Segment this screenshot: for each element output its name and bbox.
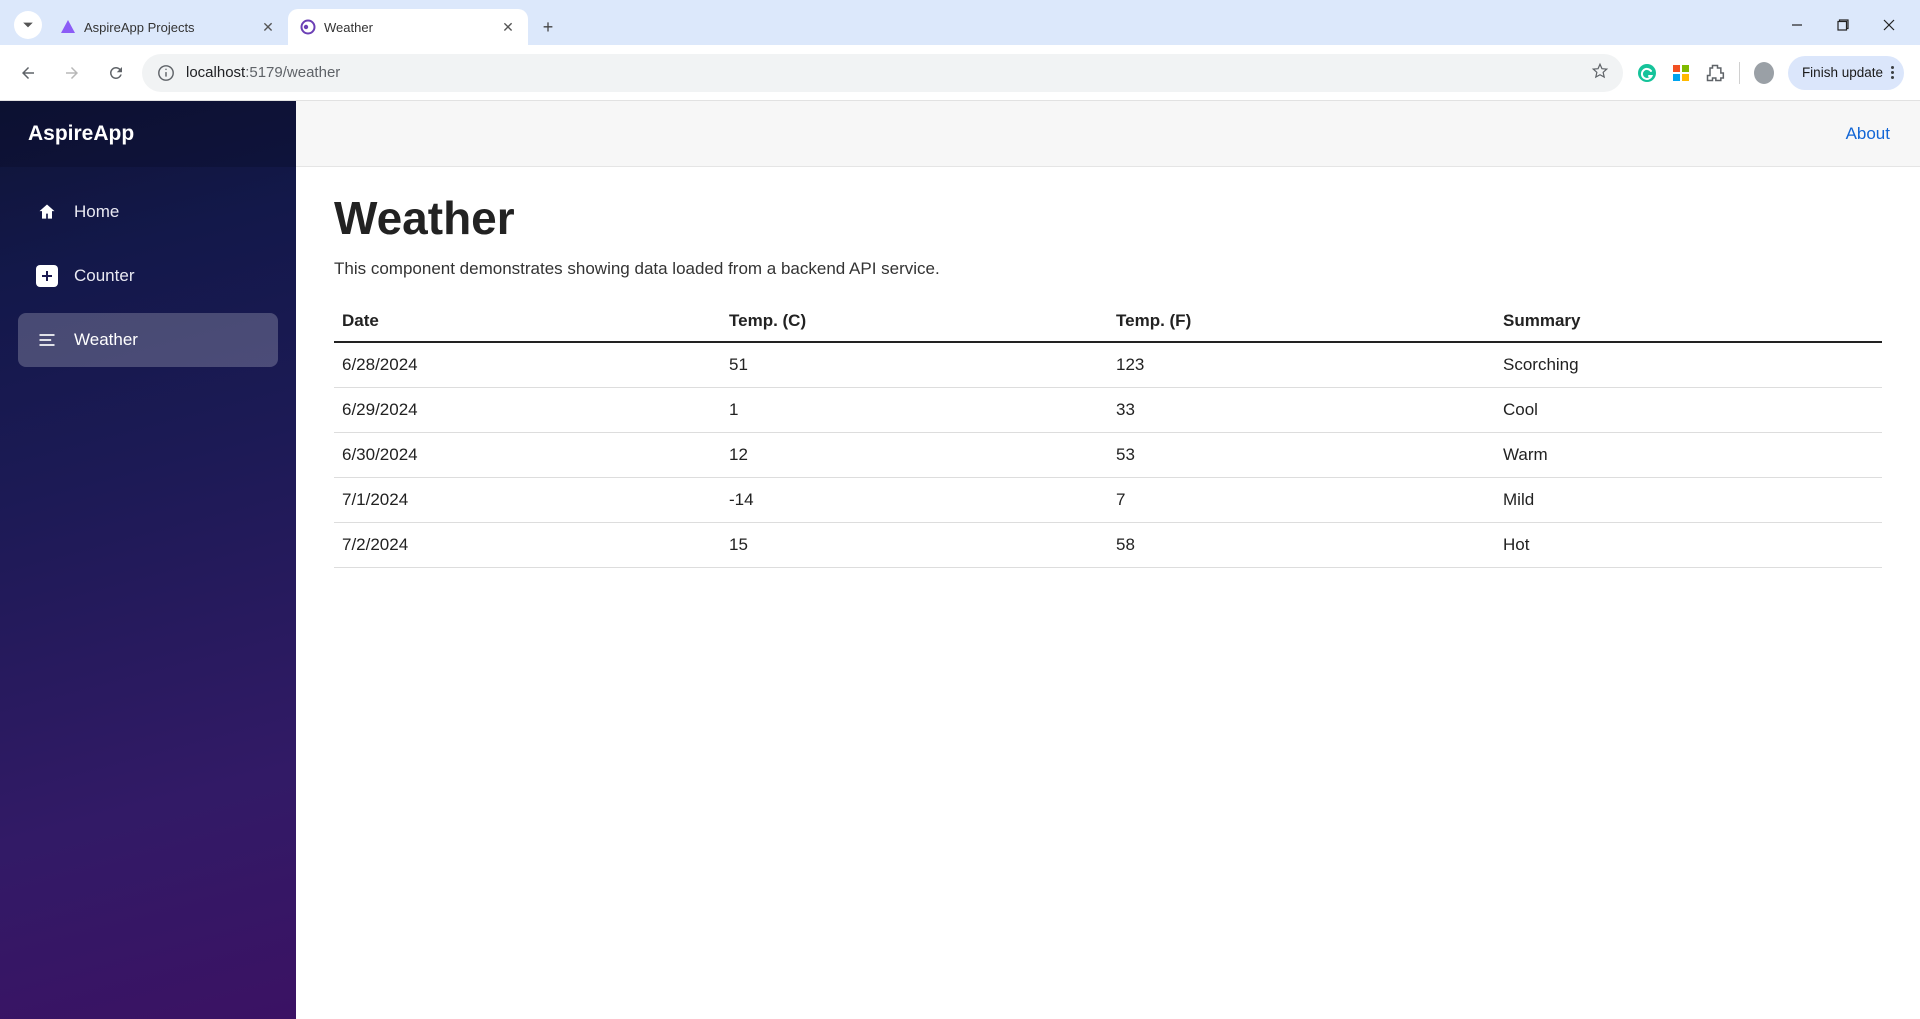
- table-body: 6/28/2024 51 123 Scorching 6/29/2024 1 3…: [334, 342, 1882, 568]
- tab-title: AspireApp Projects: [84, 20, 252, 35]
- avatar-icon: [1754, 62, 1774, 84]
- table-row: 7/1/2024 -14 7 Mild: [334, 478, 1882, 523]
- sidebar-nav: Home Counter Weather: [0, 167, 296, 385]
- sidebar-item-label: Weather: [74, 330, 138, 350]
- extensions-button[interactable]: [1705, 63, 1725, 83]
- address-bar[interactable]: localhost:5179/weather: [142, 54, 1623, 92]
- cell-temp-f: 53: [1108, 433, 1495, 478]
- profile-button[interactable]: [1754, 63, 1774, 83]
- forward-button[interactable]: [54, 55, 90, 91]
- url-text: localhost:5179/weather: [186, 64, 340, 81]
- col-temp-c: Temp. (C): [721, 301, 1108, 342]
- blazor-icon: [300, 19, 316, 35]
- tab-aspireapp-projects[interactable]: AspireApp Projects ✕: [48, 9, 288, 45]
- sidebar-item-counter[interactable]: Counter: [18, 249, 278, 303]
- home-icon: [36, 201, 58, 223]
- extensions-area: Finish update: [1631, 56, 1910, 90]
- cell-date: 6/30/2024: [334, 433, 721, 478]
- back-button[interactable]: [10, 55, 46, 91]
- page-lead: This component demonstrates showing data…: [334, 259, 1882, 279]
- brand-title[interactable]: AspireApp: [0, 101, 296, 167]
- weather-table: Date Temp. (C) Temp. (F) Summary 6/28/20…: [334, 301, 1882, 568]
- cell-summary: Hot: [1495, 523, 1882, 568]
- toolbar-divider: [1739, 62, 1740, 84]
- list-lines-icon: [36, 329, 58, 351]
- tab-weather[interactable]: Weather ✕: [288, 9, 528, 45]
- sidebar-item-weather[interactable]: Weather: [18, 313, 278, 367]
- site-info-icon[interactable]: [156, 63, 176, 83]
- sidebar-item-label: Home: [74, 202, 119, 222]
- cell-date: 7/1/2024: [334, 478, 721, 523]
- plus-box-icon: [36, 265, 58, 287]
- finish-update-button[interactable]: Finish update: [1788, 56, 1904, 90]
- table-header-row: Date Temp. (C) Temp. (F) Summary: [334, 301, 1882, 342]
- window-close-button[interactable]: [1866, 9, 1912, 41]
- url-path: /weather: [283, 64, 341, 81]
- url-port: :5179: [245, 64, 283, 81]
- cell-temp-f: 33: [1108, 388, 1495, 433]
- kebab-menu-icon: [1891, 66, 1894, 79]
- cell-temp-c: 1: [721, 388, 1108, 433]
- reload-button[interactable]: [98, 55, 134, 91]
- table-row: 7/2/2024 15 58 Hot: [334, 523, 1882, 568]
- app-viewport: AspireApp Home Counter Weather: [0, 101, 1920, 1019]
- browser-chrome: AspireApp Projects ✕ Weather ✕ +: [0, 0, 1920, 101]
- cell-summary: Warm: [1495, 433, 1882, 478]
- tab-close-button[interactable]: ✕: [500, 19, 516, 35]
- cell-summary: Scorching: [1495, 342, 1882, 388]
- aspire-icon: [60, 19, 76, 35]
- cell-temp-c: 15: [721, 523, 1108, 568]
- window-maximize-button[interactable]: [1820, 9, 1866, 41]
- cell-date: 6/29/2024: [334, 388, 721, 433]
- cell-temp-f: 123: [1108, 342, 1495, 388]
- tab-title: Weather: [324, 20, 492, 35]
- table-row: 6/30/2024 12 53 Warm: [334, 433, 1882, 478]
- browser-toolbar: localhost:5179/weather: [0, 45, 1920, 101]
- window-controls: [1774, 9, 1912, 41]
- table-row: 6/29/2024 1 33 Cool: [334, 388, 1882, 433]
- cell-summary: Cool: [1495, 388, 1882, 433]
- cell-temp-c: 51: [721, 342, 1108, 388]
- cell-temp-f: 58: [1108, 523, 1495, 568]
- tab-close-button[interactable]: ✕: [260, 19, 276, 35]
- top-bar: About: [296, 101, 1920, 167]
- chevron-down-icon: [22, 19, 34, 31]
- cell-temp-c: -14: [721, 478, 1108, 523]
- sidebar-item-home[interactable]: Home: [18, 185, 278, 239]
- finish-update-label: Finish update: [1802, 65, 1883, 80]
- grammarly-icon[interactable]: [1637, 63, 1657, 83]
- col-date: Date: [334, 301, 721, 342]
- new-tab-button[interactable]: +: [534, 13, 562, 41]
- main-area: About Weather This component demonstrate…: [296, 101, 1920, 1019]
- tab-search-button[interactable]: [14, 11, 42, 39]
- tab-strip: AspireApp Projects ✕ Weather ✕ +: [0, 0, 1920, 45]
- about-link[interactable]: About: [1846, 124, 1890, 144]
- cell-summary: Mild: [1495, 478, 1882, 523]
- table-row: 6/28/2024 51 123 Scorching: [334, 342, 1882, 388]
- cell-temp-c: 12: [721, 433, 1108, 478]
- cell-date: 6/28/2024: [334, 342, 721, 388]
- col-temp-f: Temp. (F): [1108, 301, 1495, 342]
- bookmark-button[interactable]: [1591, 62, 1609, 84]
- cell-temp-f: 7: [1108, 478, 1495, 523]
- col-summary: Summary: [1495, 301, 1882, 342]
- window-minimize-button[interactable]: [1774, 9, 1820, 41]
- sidebar-item-label: Counter: [74, 266, 134, 286]
- microsoft-icon[interactable]: [1671, 63, 1691, 83]
- sidebar: AspireApp Home Counter Weather: [0, 101, 296, 1019]
- url-host: localhost: [186, 64, 245, 81]
- cell-date: 7/2/2024: [334, 523, 721, 568]
- page-content: Weather This component demonstrates show…: [296, 167, 1920, 592]
- page-title: Weather: [334, 191, 1882, 245]
